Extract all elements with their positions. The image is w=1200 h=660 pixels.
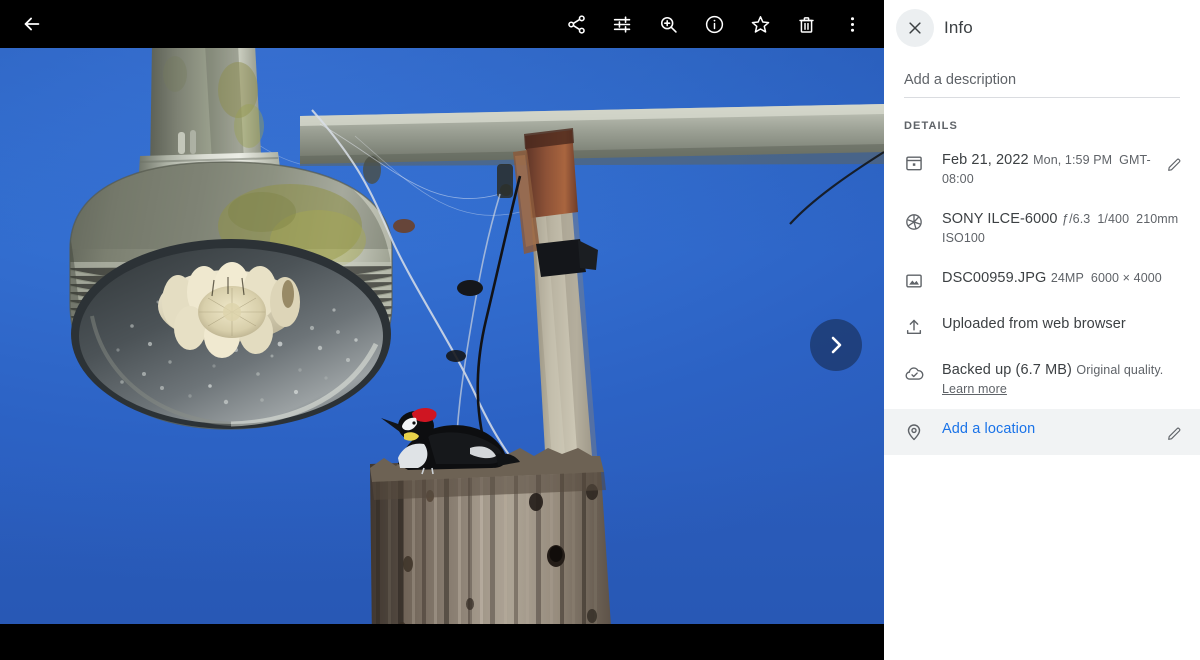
image-icon — [902, 269, 926, 293]
photo-viewer — [0, 0, 884, 660]
backup-status: Backed up (6.7 MB) — [942, 362, 1072, 378]
zoom-in-button[interactable] — [650, 6, 686, 42]
photo-viewer-app: Info DETAILS Feb 21, 2022 Mon, 1:59 PMGM… — [0, 0, 1200, 660]
calendar-icon — [902, 151, 926, 175]
detail-row-date[interactable]: Feb 21, 2022 Mon, 1:59 PM GMT-08:00 — [884, 140, 1200, 199]
details-rows: Feb 21, 2022 Mon, 1:59 PM GMT-08:00 SONY… — [884, 140, 1200, 455]
cloud-done-icon — [902, 361, 926, 385]
info-panel-title: Info — [944, 18, 973, 37]
description-section — [884, 56, 1200, 98]
more-options-button[interactable] — [834, 6, 870, 42]
detail-row-upload: Uploaded from web browser — [884, 304, 1200, 350]
photo-bottom-letterbox — [0, 624, 884, 642]
detail-row-location-body: Add a location — [942, 419, 1162, 439]
date-primary: Feb 21, 2022 — [942, 152, 1029, 168]
top-toolbar — [0, 0, 884, 48]
zoom-in-icon — [660, 16, 677, 33]
location-pin-icon — [902, 420, 926, 444]
toolbar-right-group — [558, 6, 884, 42]
camera-model: SONY ILCE-6000 — [942, 211, 1058, 227]
file-name: DSC00959.JPG — [942, 270, 1047, 286]
detail-row-camera-body: SONY ILCE-6000 ƒ/6.3 1/400 210mmISO100 — [942, 209, 1186, 248]
add-location-link[interactable]: Add a location — [942, 421, 1035, 437]
more-vert-icon — [850, 16, 854, 32]
detail-row-location[interactable]: Add a location — [884, 409, 1200, 455]
file-dimensions: 24MP 6000 × 4000 — [1050, 271, 1162, 285]
delete-icon — [798, 16, 814, 33]
photo-content — [69, 44, 884, 642]
learn-more-link[interactable]: Learn more — [942, 382, 1007, 396]
detail-row-camera: SONY ILCE-6000 ƒ/6.3 1/400 210mmISO100 — [884, 199, 1200, 258]
upload-source: Uploaded from web browser — [942, 316, 1126, 332]
close-icon — [909, 22, 921, 34]
description-input[interactable] — [904, 66, 1180, 98]
upload-icon — [902, 315, 926, 339]
detail-row-date-body: Feb 21, 2022 Mon, 1:59 PM GMT-08:00 — [942, 150, 1162, 189]
detail-row-upload-body: Uploaded from web browser — [942, 314, 1186, 334]
back-button[interactable] — [14, 6, 50, 42]
tune-icon — [613, 15, 630, 33]
delete-button[interactable] — [788, 6, 824, 42]
back-arrow-icon — [24, 17, 40, 31]
share-button[interactable] — [558, 6, 594, 42]
star-icon — [751, 15, 769, 33]
close-info-button[interactable] — [896, 9, 934, 47]
aperture-icon — [902, 210, 926, 234]
detail-row-backup: Backed up (6.7 MB) Original quality. Lea… — [884, 350, 1200, 409]
edit-location-button[interactable] — [1162, 421, 1186, 445]
share-icon — [567, 14, 585, 34]
detail-row-file: DSC00959.JPG 24MP 6000 × 4000 — [884, 258, 1200, 304]
info-button[interactable] — [696, 6, 732, 42]
edit-date-button[interactable] — [1162, 152, 1186, 176]
edit-button[interactable] — [604, 6, 640, 42]
photo-image[interactable] — [0, 44, 884, 642]
info-panel-header: Info — [884, 0, 1200, 56]
details-section-label: DETAILS — [904, 120, 958, 132]
detail-row-backup-body: Backed up (6.7 MB) Original quality. Lea… — [942, 360, 1186, 399]
info-icon — [705, 15, 723, 33]
toolbar-left-group — [0, 6, 50, 42]
chevron-right-icon — [831, 336, 842, 354]
detail-row-file-body: DSC00959.JPG 24MP 6000 × 4000 — [942, 268, 1186, 288]
next-photo-button[interactable] — [810, 319, 862, 371]
favorite-button[interactable] — [742, 6, 778, 42]
info-panel: Info DETAILS Feb 21, 2022 Mon, 1:59 PMGM… — [884, 0, 1200, 660]
